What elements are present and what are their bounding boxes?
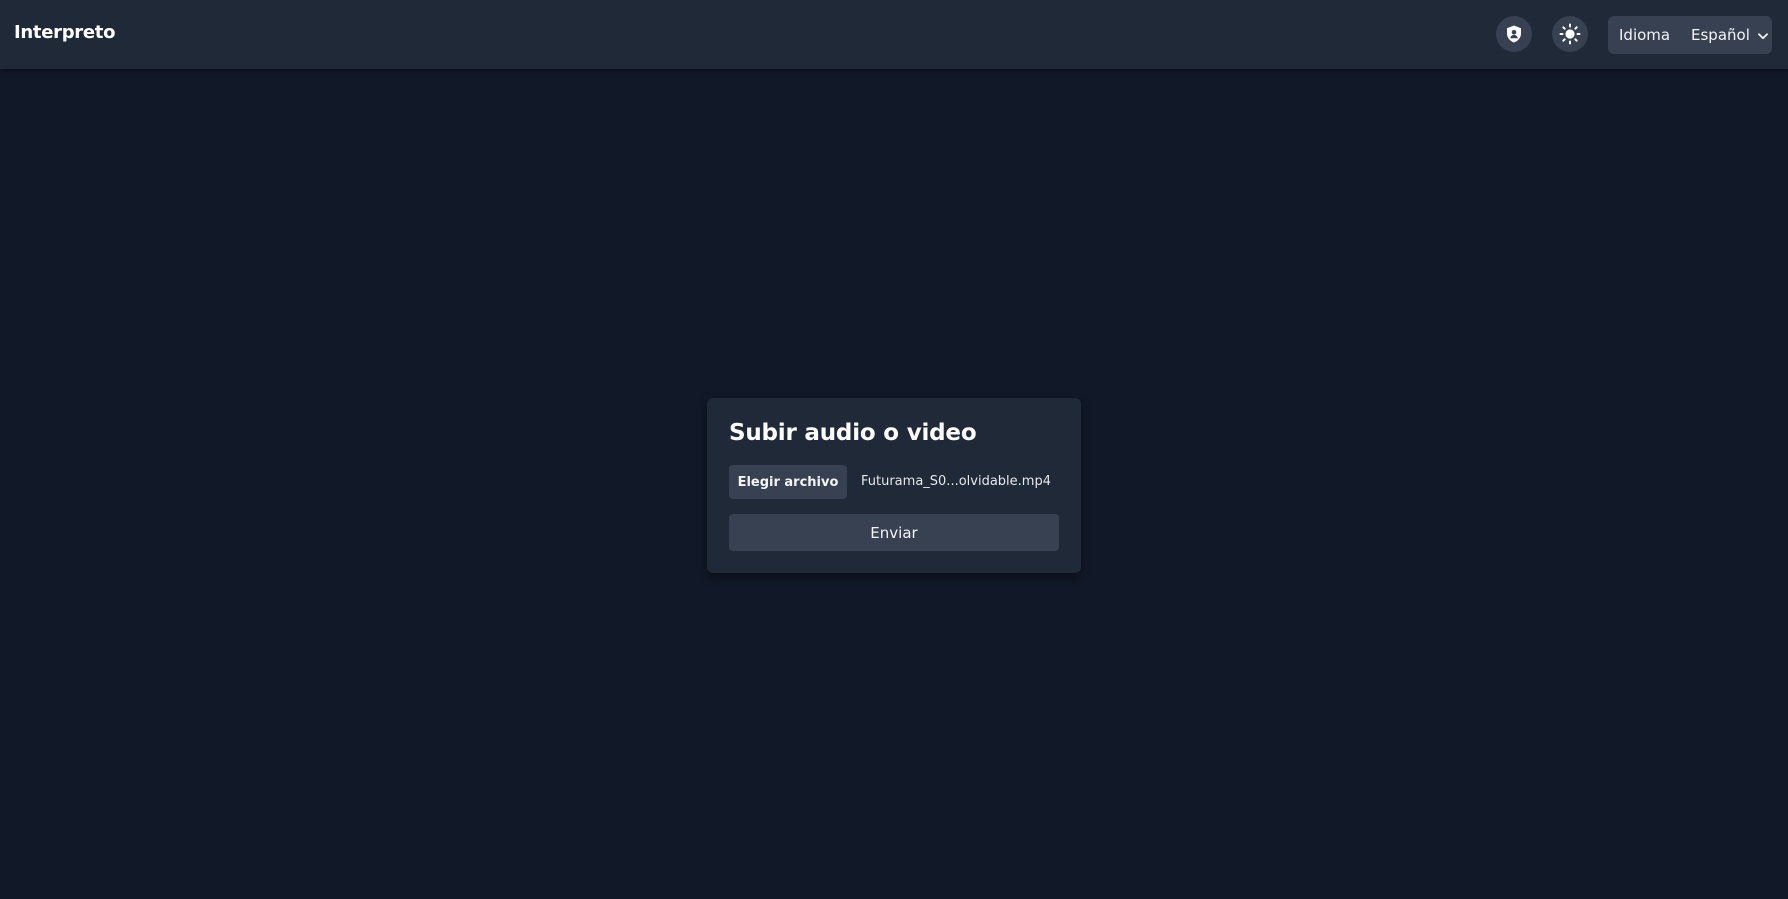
language-select-value: Español [1691, 26, 1750, 44]
theme-toggle-button[interactable] [1552, 16, 1588, 52]
chevron-down-icon [1757, 26, 1768, 44]
top-navbar: Interpreto Idioma Español [0, 0, 1788, 69]
privacy-button[interactable] [1496, 16, 1532, 52]
upload-title: Subir audio o video [729, 420, 977, 446]
submit-button[interactable]: Enviar [729, 514, 1059, 551]
shield-icon [1504, 24, 1524, 44]
upload-card: Subir audio o video Elegir archivo Futur… [707, 398, 1081, 573]
app-brand[interactable]: Interpreto [14, 22, 115, 43]
language-label: Idioma [1619, 26, 1671, 44]
choose-file-button[interactable]: Elegir archivo [729, 465, 847, 499]
selected-file-name: Futurama_S0...olvidable.mp4 [861, 474, 1051, 489]
language-switcher: Idioma Español [1608, 16, 1772, 54]
language-select[interactable]: Español [1689, 16, 1772, 54]
sun-icon [1559, 23, 1581, 45]
